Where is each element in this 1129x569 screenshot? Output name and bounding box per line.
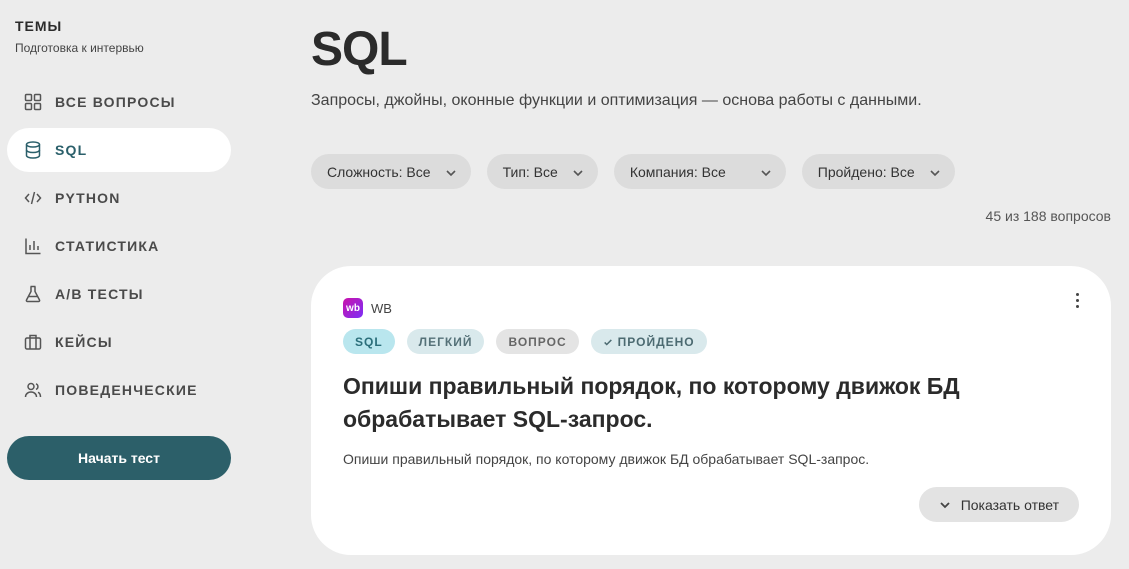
page-description: Запросы, джойны, оконные функции и оптим… xyxy=(311,92,922,109)
question-title: Опиши правильный порядок, по которому дв… xyxy=(343,373,960,432)
question-count: 45 из 188 вопросов xyxy=(985,208,1111,224)
company-logo: wb xyxy=(343,298,363,318)
sidebar-item-label: ПОВЕДЕНЧЕСКИЕ xyxy=(55,382,198,398)
filter-label: Пройдено: Все xyxy=(817,163,915,180)
chevron-down-icon xyxy=(760,166,772,178)
grid-icon xyxy=(24,93,42,111)
code-icon xyxy=(24,189,42,207)
sidebar-item-ab-tests[interactable]: A/B ТЕСТЫ xyxy=(7,272,231,316)
sidebar-item-python[interactable]: PYTHON xyxy=(7,176,231,220)
question-card: wb WB SQL ЛЕГКИЙ ВОПРОС ПРОЙДЕНО Опиши п… xyxy=(311,266,1111,555)
sidebar-item-sql[interactable]: SQL xyxy=(7,128,231,172)
check-icon xyxy=(603,338,612,346)
page-title: SQL xyxy=(311,23,408,76)
chevron-down-icon xyxy=(572,166,584,178)
company-filter[interactable]: Компания: Все xyxy=(613,154,786,189)
bar-chart-icon xyxy=(24,237,42,255)
tag-status-label: ПРОЙДЕНО xyxy=(617,334,695,349)
sidebar-nav: ВСЕ ВОПРОСЫ SQL PYTHON СТАТИСТИКА A/B ТЕ… xyxy=(7,80,231,416)
chevron-down-icon xyxy=(445,166,457,178)
sidebar: ТЕМЫ Подготовка к интервью ВСЕ ВОПРОСЫ S… xyxy=(0,0,240,569)
sidebar-item-label: SQL xyxy=(55,142,88,158)
tag-status: ПРОЙДЕНО xyxy=(590,329,707,354)
sidebar-item-label: СТАТИСТИКА xyxy=(55,238,160,254)
sidebar-item-label: PYTHON xyxy=(55,190,121,206)
difficulty-filter[interactable]: Сложность: Все xyxy=(311,154,471,189)
filter-label: Сложность: Все xyxy=(327,163,431,180)
question-text: Опиши правильный порядок, по которому дв… xyxy=(343,451,870,467)
sidebar-item-behavioral[interactable]: ПОВЕДЕНЧЕСКИЕ xyxy=(7,368,231,412)
chevron-down-icon xyxy=(929,166,941,178)
sidebar-item-cases[interactable]: КЕЙСЫ xyxy=(7,320,231,364)
passed-filter[interactable]: Пройдено: Все xyxy=(801,154,955,189)
sidebar-item-label: КЕЙСЫ xyxy=(55,334,113,350)
chevron-down-icon xyxy=(940,501,950,508)
tag-list: SQL ЛЕГКИЙ ВОПРОС ПРОЙДЕНО xyxy=(343,329,719,354)
company-info: wb WB xyxy=(343,298,392,318)
sidebar-subtitle: Подготовка к интервью xyxy=(15,41,144,55)
start-test-button[interactable]: Начать тест xyxy=(7,436,231,480)
company-name: WB xyxy=(371,300,392,316)
sidebar-title: ТЕМЫ xyxy=(15,18,63,34)
database-icon xyxy=(24,141,42,159)
sidebar-item-all-questions[interactable]: ВСЕ ВОПРОСЫ xyxy=(7,80,231,124)
filter-label: Компания: Все xyxy=(629,163,726,180)
type-filter[interactable]: Тип: Все xyxy=(486,154,598,189)
tag-topic: SQL xyxy=(343,329,395,354)
more-options-icon[interactable] xyxy=(1069,290,1085,310)
show-answer-button[interactable]: Показать ответ xyxy=(918,487,1079,522)
tag-difficulty: ЛЕГКИЙ xyxy=(406,329,485,354)
tag-type: ВОПРОС xyxy=(496,329,579,354)
users-icon xyxy=(24,381,42,399)
flask-icon xyxy=(24,285,42,303)
briefcase-icon xyxy=(24,333,42,351)
sidebar-item-statistics[interactable]: СТАТИСТИКА xyxy=(7,224,231,268)
sidebar-item-label: ВСЕ ВОПРОСЫ xyxy=(55,94,176,110)
filter-label: Тип: Все xyxy=(502,163,558,180)
filters-bar: Сложность: Все Тип: Все Компания: Все Пр… xyxy=(311,154,971,189)
show-answer-label: Показать ответ xyxy=(960,496,1059,513)
sidebar-item-label: A/B ТЕСТЫ xyxy=(55,286,144,302)
